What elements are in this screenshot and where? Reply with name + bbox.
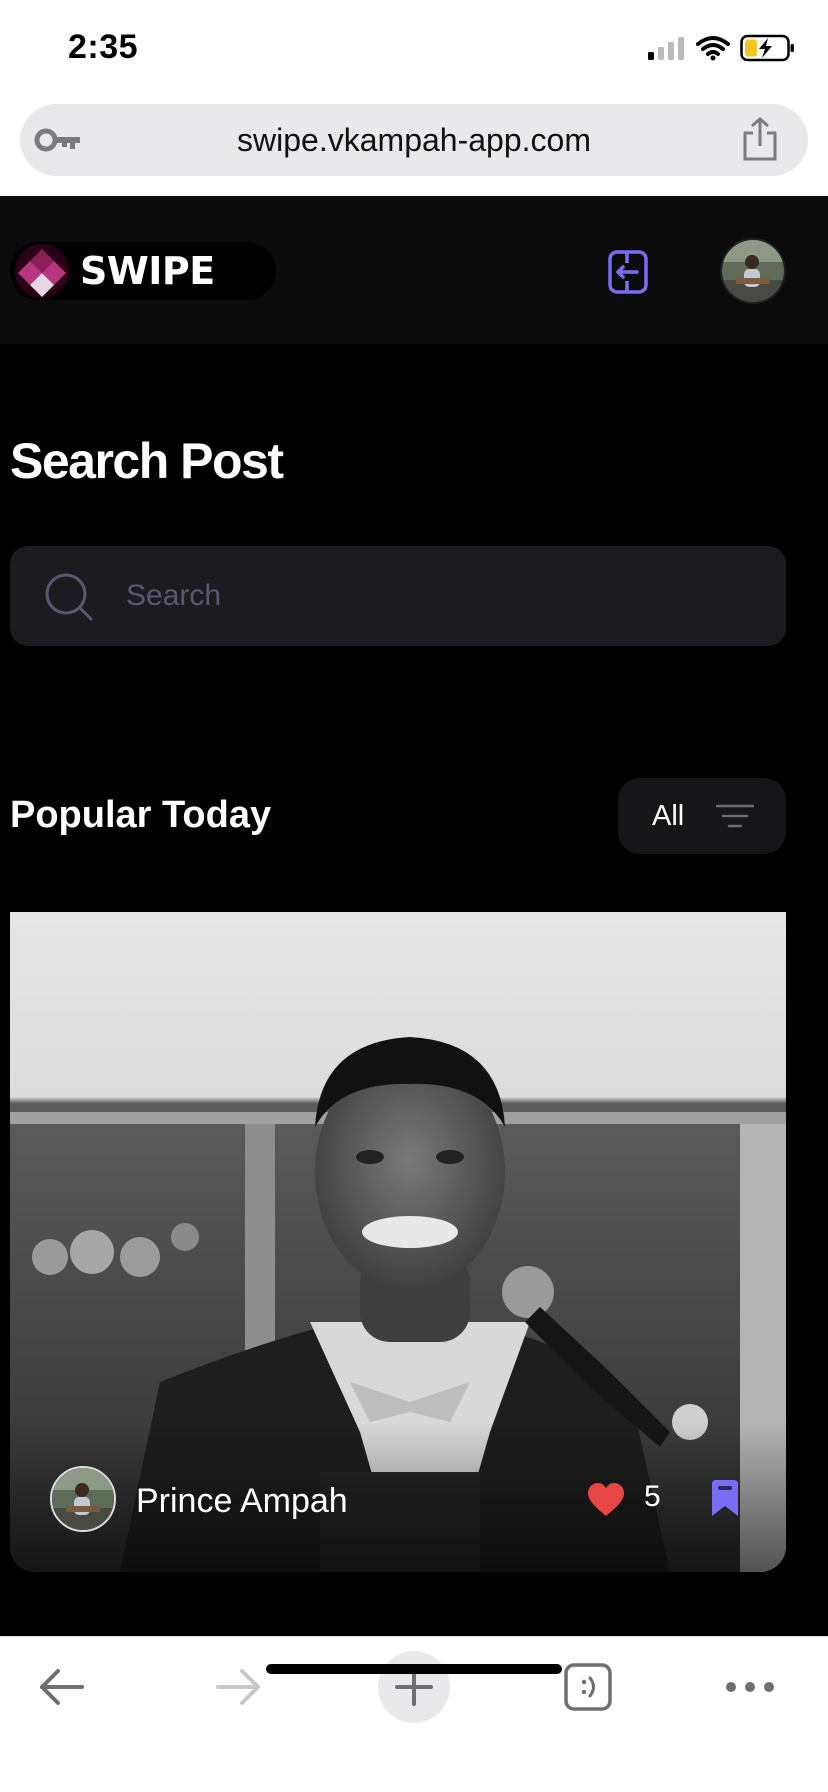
back-button[interactable]	[22, 1647, 102, 1727]
logout-button[interactable]	[600, 244, 656, 300]
new-tab-button[interactable]	[378, 1651, 450, 1723]
section-title-popular: Popular Today	[10, 794, 272, 836]
browser-toolbar	[0, 1636, 828, 1792]
url-text[interactable]: swipe.vkampah-app.com	[20, 122, 808, 159]
user-avatar[interactable]	[720, 238, 786, 304]
page-title: Search Post	[10, 433, 284, 489]
author-avatar[interactable]	[50, 1466, 116, 1532]
share-icon[interactable]	[740, 116, 780, 162]
author-name[interactable]: Prince Ampah	[136, 1482, 348, 1521]
user-avatar-image	[722, 240, 784, 302]
arrow-left-icon	[40, 1669, 84, 1705]
status-time: 2:35	[68, 28, 139, 66]
logout-icon	[608, 250, 648, 294]
app-logo[interactable]: SWIPE	[10, 242, 276, 300]
tabs-icon	[564, 1663, 612, 1711]
post-footer-overlay	[10, 1422, 786, 1572]
filter-label: All	[652, 799, 685, 832]
search-input[interactable]	[126, 574, 746, 618]
wifi-icon	[696, 36, 730, 61]
like-count: 5	[644, 1480, 661, 1513]
status-icons	[646, 34, 796, 62]
bookmark-icon[interactable]	[708, 1478, 742, 1518]
filter-button[interactable]: All	[618, 778, 786, 854]
forward-button[interactable]	[198, 1647, 278, 1727]
home-indicator[interactable]	[266, 1664, 562, 1674]
cellular-signal-icon	[648, 37, 684, 60]
author-avatar-image	[52, 1468, 114, 1530]
heart-icon[interactable]	[586, 1482, 626, 1518]
address-bar[interactable]: swipe.vkampah-app.com	[20, 104, 808, 176]
filter-icon	[716, 804, 754, 828]
swipe-logo-icon	[15, 244, 69, 298]
post-card[interactable]: Prince Ampah 5	[10, 912, 786, 1572]
tabs-button[interactable]	[548, 1647, 628, 1727]
more-button[interactable]	[710, 1647, 790, 1727]
browser-address-area: swipe.vkampah-app.com	[0, 100, 828, 196]
logo-text: SWIPE	[80, 249, 215, 293]
more-dots-icon	[726, 1682, 774, 1692]
status-bar: 2:35	[0, 0, 828, 100]
search-box[interactable]	[10, 546, 786, 646]
battery-charging-icon	[740, 34, 794, 62]
app-header: SWIPE	[0, 196, 828, 344]
search-icon	[45, 573, 93, 621]
arrow-right-icon	[216, 1669, 260, 1705]
